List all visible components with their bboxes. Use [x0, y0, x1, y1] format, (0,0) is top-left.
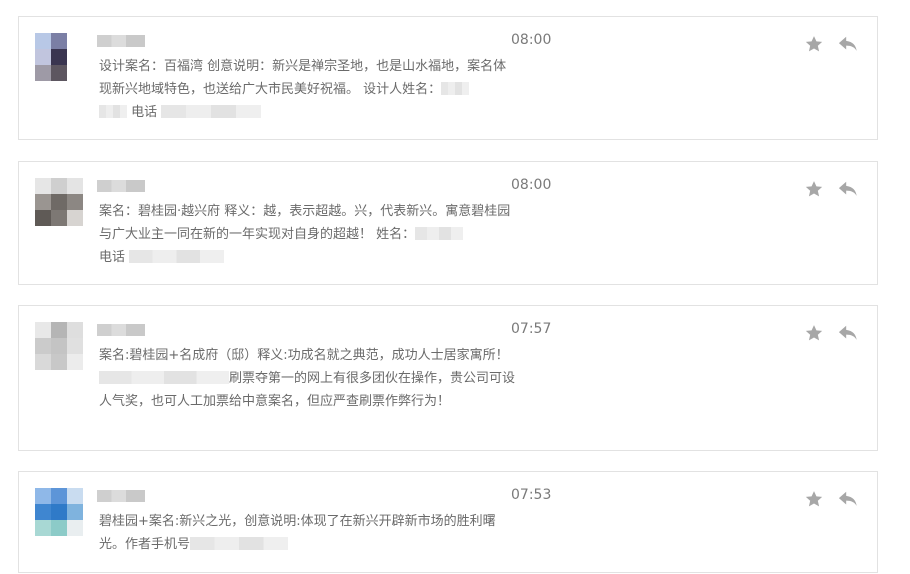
avatar-pixel [51, 33, 67, 49]
sender-name-redacted [97, 35, 145, 47]
avatar-pixel [67, 338, 83, 354]
sender-name-redacted [97, 180, 145, 192]
message-time: 08:00 [511, 32, 552, 48]
redacted-name [415, 227, 464, 240]
message-content: 案名：碧桂园·越兴府 释义：越，表示超越。兴，代表新兴。寓意碧桂园与广大业主一同… [99, 200, 519, 269]
message-content: 碧桂园+案名:新兴之光，创意说明:体现了在新兴开辟新市场的胜利曙光。作者手机号 [99, 510, 519, 556]
reply-icon[interactable] [837, 488, 859, 510]
avatar-pixel [35, 488, 51, 504]
avatar-pixel [67, 49, 83, 65]
avatar-pixel [67, 322, 83, 338]
avatar-pixel [51, 194, 67, 210]
avatar-pixel [35, 210, 51, 226]
star-icon[interactable] [803, 322, 825, 344]
message-item[interactable]: 08:00 设计案名：百福湾 创意说明：新兴是禅宗圣地，也是山水福地，案名体现新… [18, 16, 878, 140]
avatar-pixel [35, 322, 51, 338]
redacted-name [441, 82, 470, 95]
avatar-pixel [51, 504, 67, 520]
avatar-pixel [51, 65, 67, 81]
reply-icon[interactable] [837, 322, 859, 344]
message-content: 设计案名：百福湾 创意说明：新兴是禅宗圣地，也是山水福地，案名体现新兴地域特色，… [99, 55, 519, 124]
avatar[interactable] [35, 178, 83, 226]
avatar-pixel [67, 178, 83, 194]
message-time: 07:57 [511, 321, 552, 337]
avatar-pixel [51, 210, 67, 226]
star-icon[interactable] [803, 178, 825, 200]
sender-name-redacted [97, 324, 145, 336]
avatar-pixel [35, 65, 51, 81]
avatar[interactable] [35, 33, 83, 81]
redacted-phone [190, 537, 289, 550]
avatar-pixel [51, 338, 67, 354]
avatar-pixel [51, 520, 67, 536]
star-icon[interactable] [803, 33, 825, 55]
message-time: 07:53 [511, 487, 552, 503]
message-item[interactable]: 08:00 案名：碧桂园·越兴府 释义：越，表示超越。兴，代表新兴。寓意碧桂园与… [18, 161, 878, 285]
avatar[interactable] [35, 488, 83, 536]
content-text: 案名:碧桂园+名成府（邸）释义:功成名就之典范，成功人士居家寓所！ [99, 348, 513, 363]
redacted-phone [161, 105, 262, 118]
star-icon[interactable] [803, 488, 825, 510]
avatar-pixel [35, 504, 51, 520]
avatar-pixel [35, 49, 51, 65]
avatar-pixel [51, 488, 67, 504]
avatar-pixel [51, 178, 67, 194]
avatar-pixel [67, 488, 83, 504]
avatar-pixel [51, 322, 67, 338]
avatar-pixel [67, 354, 83, 370]
avatar-pixel [35, 520, 51, 536]
avatar[interactable] [35, 322, 83, 370]
avatar-pixel [67, 33, 83, 49]
avatar-pixel [35, 33, 51, 49]
avatar-pixel [35, 338, 51, 354]
sender-name-redacted [97, 490, 145, 502]
reply-icon[interactable] [837, 33, 859, 55]
avatar-pixel [51, 354, 67, 370]
avatar-pixel [67, 210, 83, 226]
avatar-pixel [67, 65, 83, 81]
redacted-name [99, 105, 127, 118]
redacted-phone [129, 250, 225, 263]
avatar-pixel [35, 354, 51, 370]
content-text: 电话 [127, 105, 158, 120]
message-item[interactable]: 07:53 碧桂园+案名:新兴之光，创意说明:体现了在新兴开辟新市场的胜利曙光。… [18, 471, 878, 573]
content-text: 碧桂园+案名:新兴之光，创意说明:体现了在新兴开辟新市场的胜利曙光。作者手机号 [99, 514, 496, 552]
message-item[interactable]: 07:57 案名:碧桂园+名成府（邸）释义:功成名就之典范，成功人士居家寓所！ … [18, 305, 878, 451]
reply-icon[interactable] [837, 178, 859, 200]
redacted-text [99, 371, 229, 384]
avatar-pixel [67, 520, 83, 536]
message-content: 案名:碧桂园+名成府（邸）释义:功成名就之典范，成功人士居家寓所！ 刷票夺第一的… [99, 344, 519, 413]
content-text: 电话 [99, 250, 126, 265]
avatar-pixel [51, 49, 67, 65]
avatar-pixel [67, 504, 83, 520]
avatar-pixel [67, 194, 83, 210]
message-time: 08:00 [511, 177, 552, 193]
avatar-pixel [35, 178, 51, 194]
avatar-pixel [35, 194, 51, 210]
